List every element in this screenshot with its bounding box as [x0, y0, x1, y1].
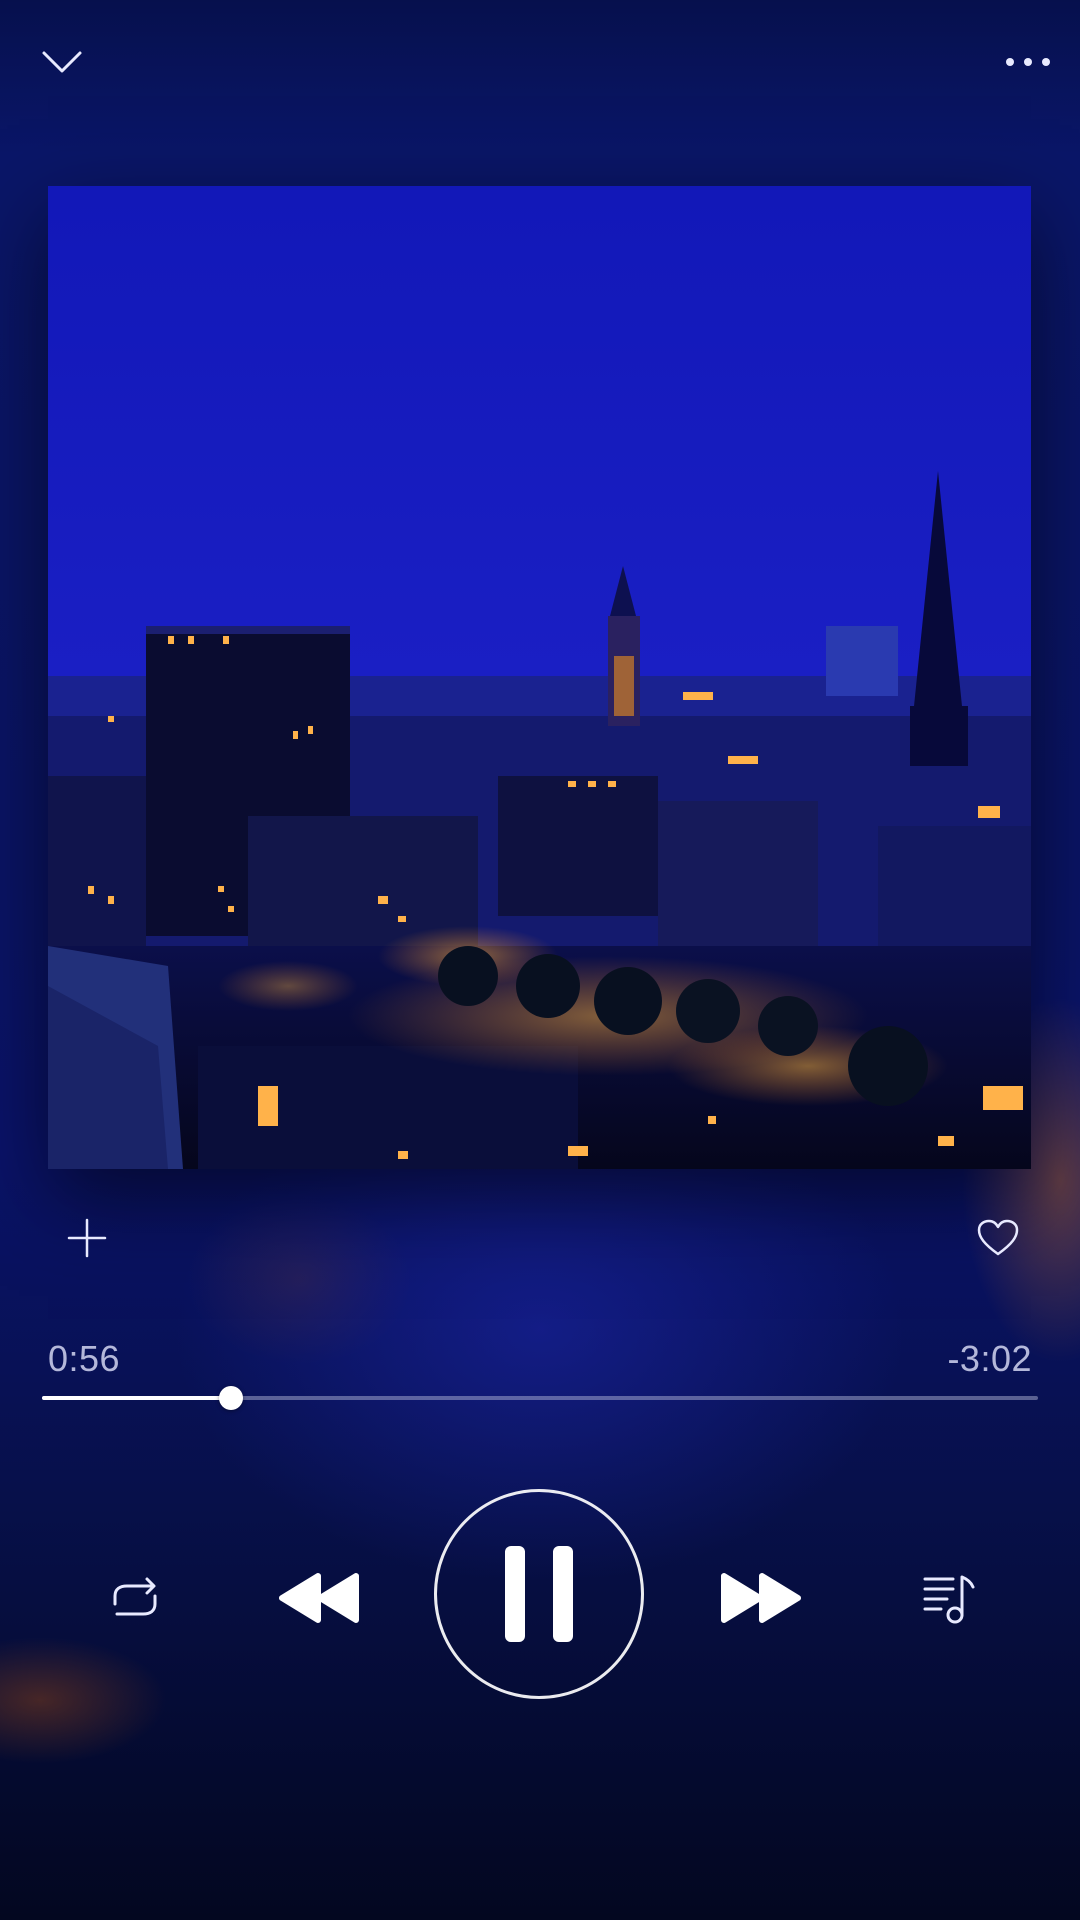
more-options-button[interactable] — [996, 30, 1060, 94]
progress-thumb[interactable] — [219, 1386, 244, 1410]
like-button[interactable] — [966, 1206, 1030, 1270]
playlist-music-icon — [923, 1575, 975, 1624]
add-to-playlist-button[interactable] — [55, 1206, 119, 1270]
fast-forward-icon — [721, 1573, 801, 1623]
album-art-image — [48, 186, 1031, 1169]
elapsed-time: 0:56 — [48, 1338, 121, 1379]
rewind-icon — [279, 1573, 359, 1623]
progress-fill — [42, 1396, 232, 1400]
chevron-down-icon — [42, 51, 82, 73]
album-artwork — [48, 186, 1031, 1169]
next-button[interactable] — [710, 1553, 810, 1643]
play-pause-button[interactable] — [434, 1489, 644, 1699]
more-horizontal-icon — [1006, 58, 1050, 66]
previous-button[interactable] — [270, 1553, 370, 1643]
heart-icon — [977, 1219, 1019, 1256]
queue-button[interactable] — [906, 1556, 992, 1642]
remaining-time: -3:02 — [947, 1338, 1032, 1379]
pause-icon — [505, 1546, 573, 1642]
progress-slider[interactable] — [42, 1380, 1038, 1416]
plus-icon — [67, 1218, 107, 1258]
repeat-icon — [113, 1577, 157, 1616]
now-playing-screen: 0:56 -3:02 — [0, 0, 1080, 1920]
collapse-button[interactable] — [30, 30, 94, 94]
repeat-button[interactable] — [92, 1556, 178, 1642]
